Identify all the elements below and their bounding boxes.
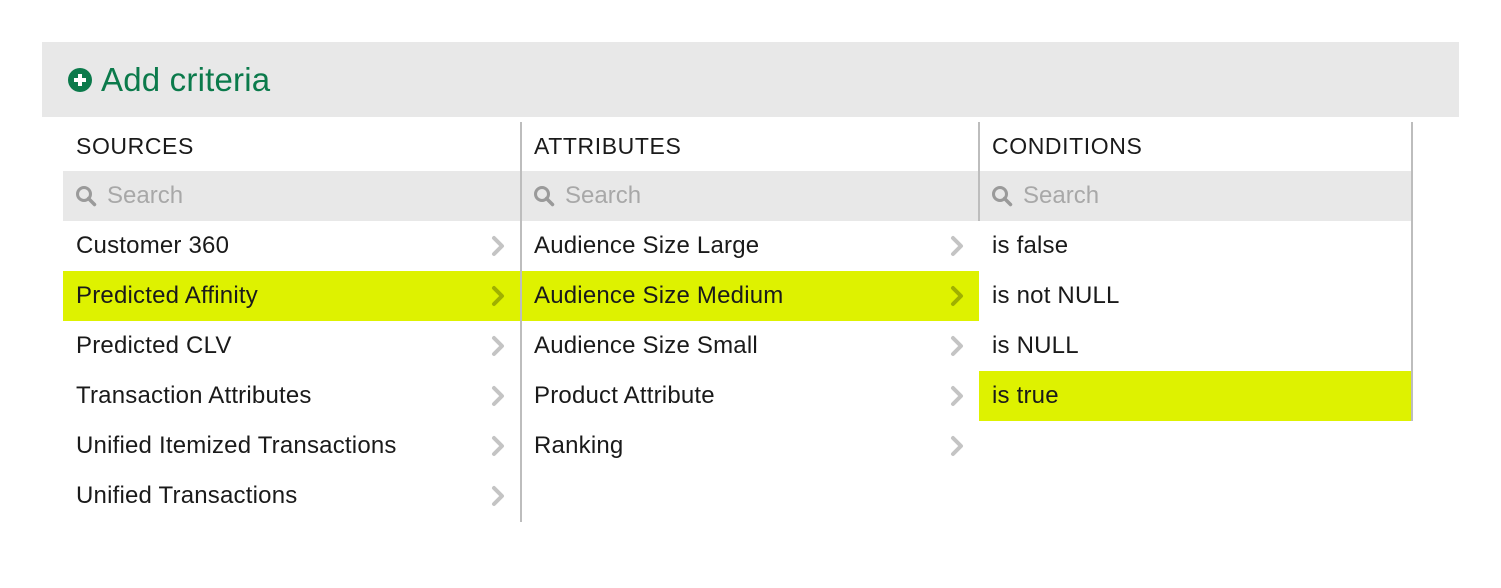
- column-divider: [520, 122, 522, 522]
- column-divider: [1411, 122, 1413, 421]
- attribute-item-ranking[interactable]: Ranking: [521, 421, 979, 471]
- source-item-unified-itemized-transactions[interactable]: Unified Itemized Transactions: [63, 421, 520, 471]
- attributes-search[interactable]: [521, 171, 979, 221]
- attribute-item-audience-size-small[interactable]: Audience Size Small: [521, 321, 979, 371]
- condition-item-is-null[interactable]: is NULL: [979, 321, 1412, 371]
- source-item-label: Transaction Attributes: [76, 382, 312, 409]
- chevron-right-icon: [951, 436, 963, 456]
- sources-search[interactable]: [63, 171, 520, 221]
- condition-item-is-not-null[interactable]: is not NULL: [979, 271, 1412, 321]
- chevron-right-icon: [492, 286, 504, 306]
- sources-search-input[interactable]: [107, 182, 467, 210]
- search-icon: [992, 186, 1013, 207]
- source-item-unified-transactions[interactable]: Unified Transactions: [63, 471, 520, 521]
- conditions-search[interactable]: [979, 171, 1412, 221]
- chevron-right-icon: [492, 236, 504, 256]
- chevron-right-icon: [492, 386, 504, 406]
- plus-circle-icon: [68, 67, 92, 92]
- condition-item-label: is true: [992, 382, 1059, 409]
- attribute-item-product-attribute[interactable]: Product Attribute: [521, 371, 979, 421]
- source-item-predicted-affinity[interactable]: Predicted Affinity: [63, 271, 520, 321]
- source-item-label: Customer 360: [76, 232, 230, 259]
- chevron-right-icon: [951, 236, 963, 256]
- conditions-heading: CONDITIONS: [992, 133, 1143, 159]
- sources-column: SOURCES Customer 360 Predicted Affinity …: [63, 122, 520, 521]
- attributes-column: ATTRIBUTES Audience Size Large Audience …: [521, 122, 979, 471]
- sources-list: Customer 360 Predicted Affinity Predicte…: [63, 221, 520, 521]
- source-item-label: Predicted Affinity: [76, 282, 258, 309]
- source-item-customer-360[interactable]: Customer 360: [63, 221, 520, 271]
- conditions-list: is false is not NULL is NULL is true: [979, 221, 1412, 421]
- chevron-right-icon: [492, 336, 504, 356]
- chevron-right-icon: [492, 486, 504, 506]
- chevron-right-icon: [951, 286, 963, 306]
- condition-item-label: is not NULL: [992, 282, 1120, 309]
- add-criteria-title[interactable]: Add criteria: [101, 61, 270, 99]
- chevron-right-icon: [492, 436, 504, 456]
- attribute-item-audience-size-large[interactable]: Audience Size Large: [521, 221, 979, 271]
- source-item-transaction-attributes[interactable]: Transaction Attributes: [63, 371, 520, 421]
- attribute-item-audience-size-medium[interactable]: Audience Size Medium: [521, 271, 979, 321]
- conditions-column: CONDITIONS is false is not NULL is NULL …: [979, 122, 1412, 421]
- chevron-right-icon: [951, 386, 963, 406]
- condition-item-is-true[interactable]: is true: [979, 371, 1412, 421]
- search-icon: [76, 186, 97, 207]
- search-icon: [534, 186, 555, 207]
- attribute-item-label: Audience Size Medium: [534, 282, 784, 309]
- attribute-item-label: Audience Size Small: [534, 332, 758, 359]
- attribute-item-label: Audience Size Large: [534, 232, 760, 259]
- chevron-right-icon: [951, 336, 963, 356]
- condition-item-label: is NULL: [992, 332, 1079, 359]
- source-item-predicted-clv[interactable]: Predicted CLV: [63, 321, 520, 371]
- source-item-label: Unified Transactions: [76, 482, 298, 509]
- attributes-heading: ATTRIBUTES: [534, 133, 682, 159]
- attribute-item-label: Product Attribute: [534, 382, 715, 409]
- add-criteria-header[interactable]: Add criteria: [42, 42, 1459, 117]
- condition-item-is-false[interactable]: is false: [979, 221, 1412, 271]
- attributes-search-input[interactable]: [565, 182, 925, 210]
- source-item-label: Unified Itemized Transactions: [76, 432, 397, 459]
- sources-heading: SOURCES: [76, 133, 194, 159]
- column-divider: [978, 122, 980, 221]
- conditions-search-input[interactable]: [1023, 182, 1383, 210]
- condition-item-label: is false: [992, 232, 1069, 259]
- source-item-label: Predicted CLV: [76, 332, 232, 359]
- attribute-item-label: Ranking: [534, 432, 624, 459]
- attributes-list: Audience Size Large Audience Size Medium…: [521, 221, 979, 471]
